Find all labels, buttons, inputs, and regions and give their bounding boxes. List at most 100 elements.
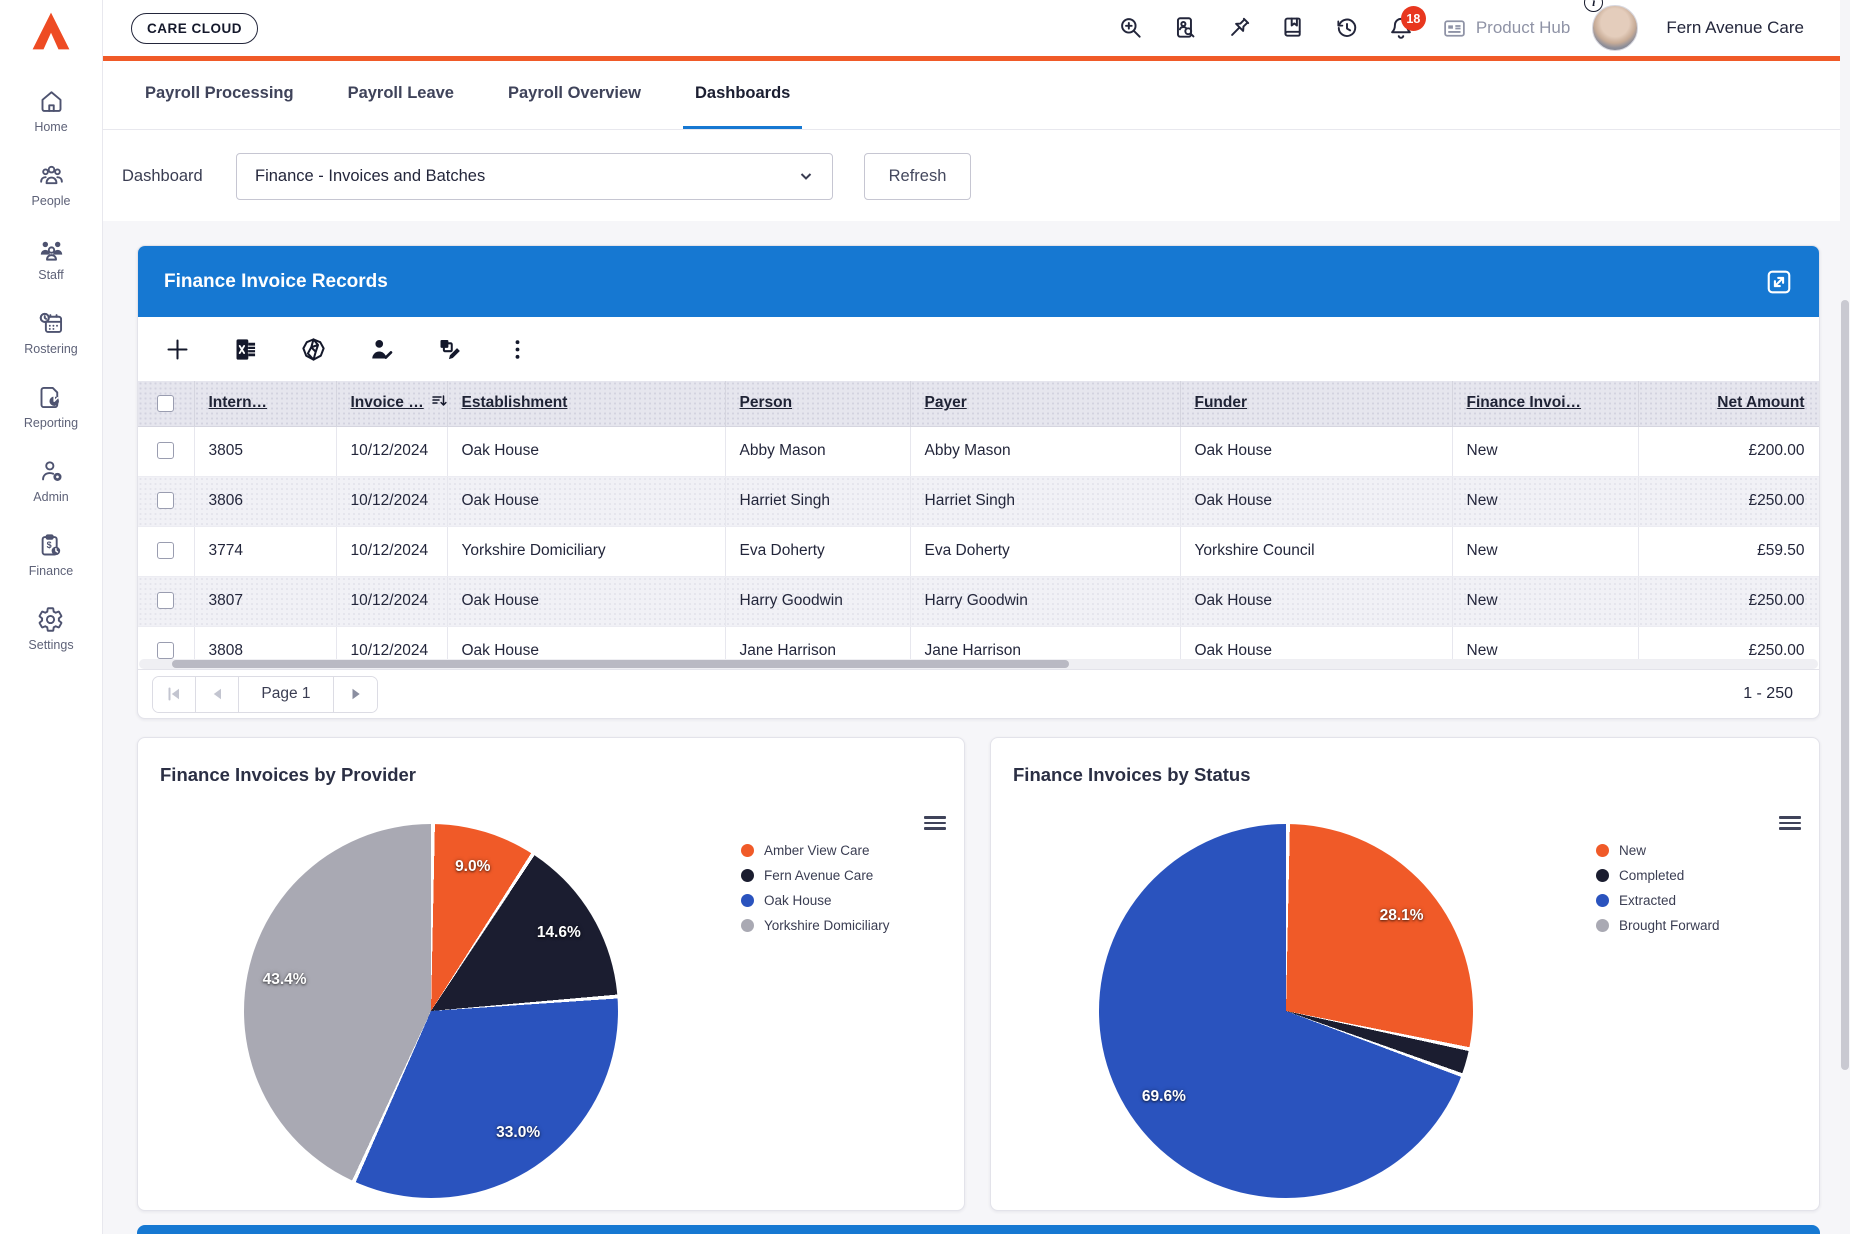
dashboard-select[interactable]: Finance - Invoices and Batches	[236, 153, 833, 200]
cell-net-amount: £59.50	[1638, 526, 1819, 576]
account-name: Fern Avenue Care	[1666, 18, 1804, 38]
legend-item[interactable]: Brought Forward	[1596, 917, 1720, 934]
pie-chart-provider[interactable]: 9.0% 14.6% 33.0% 43.4%	[244, 824, 618, 1198]
column-header-net-amount[interactable]: Net Amount	[1717, 394, 1804, 411]
tab-payroll-overview[interactable]: Payroll Overview	[496, 61, 653, 129]
cell-invoice-date: 10/12/2024	[336, 626, 447, 659]
sidebar-item-rostering[interactable]: Rostering	[24, 310, 78, 356]
previous-page-button[interactable]	[196, 677, 239, 712]
window-scrollbar[interactable]	[1840, 0, 1850, 1234]
history-icon[interactable]	[1334, 15, 1360, 41]
chart-card-provider: Finance Invoices by Provider 9.0% 14.6% …	[137, 737, 965, 1211]
horizontal-scrollbar[interactable]	[139, 659, 1818, 669]
legend-item[interactable]: Amber View Care	[741, 842, 890, 859]
chart-menu-icon[interactable]	[1779, 816, 1801, 830]
cell-internal: 3806	[194, 476, 336, 526]
sidebar-item-label: Staff	[38, 268, 63, 282]
table-row[interactable]: 3807 10/12/2024 Oak House Harry Goodwin …	[138, 576, 1819, 626]
rostering-icon	[38, 310, 65, 337]
horizontal-scrollbar-thumb[interactable]	[172, 660, 1069, 668]
legend-item[interactable]: Extracted	[1596, 892, 1720, 909]
tab-dashboards[interactable]: Dashboards	[683, 61, 802, 129]
topbar-actions: 18 Product Hub i Fern Avenue Care	[1118, 5, 1850, 51]
column-header-establishment[interactable]: Establishment	[462, 394, 568, 411]
table-row[interactable]: 3774 10/12/2024 Yorkshire Domiciliary Ev…	[138, 526, 1819, 576]
legend-dot	[1596, 919, 1609, 932]
row-checkbox[interactable]	[157, 492, 174, 509]
cell-payer: Eva Doherty	[910, 526, 1180, 576]
pie-chart-status[interactable]: 28.1% 69.6%	[1099, 824, 1473, 1198]
pie-slice-label: 14.6%	[537, 924, 581, 942]
grid-toolbar	[138, 317, 1819, 381]
notification-count-badge: 18	[1401, 6, 1426, 31]
refresh-button[interactable]: Refresh	[864, 153, 971, 200]
dashboard-selector-row: Dashboard Finance - Invoices and Batches…	[103, 131, 1850, 221]
user-avatar[interactable]: i	[1592, 5, 1638, 51]
select-all-checkbox[interactable]	[157, 395, 174, 412]
bulk-edit-icon[interactable]	[436, 336, 463, 363]
column-header-invoice-date[interactable]: Invoice …	[351, 394, 424, 411]
sidebar-item-label: Settings	[28, 638, 73, 652]
table-header-row: Intern… Invoice … Establishment Person P…	[138, 381, 1819, 426]
zoom-search-icon[interactable]	[1118, 15, 1144, 41]
sidebar-item-people[interactable]: People	[32, 162, 71, 208]
chart-menu-icon[interactable]	[924, 816, 946, 830]
legend-item[interactable]: Fern Avenue Care	[741, 867, 890, 884]
table-row[interactable]: 3806 10/12/2024 Oak House Harriet Singh …	[138, 476, 1819, 526]
sidebar-item-label: People	[32, 194, 71, 208]
legend-dot	[1596, 894, 1609, 907]
discard-crumple-icon[interactable]	[300, 336, 327, 363]
row-checkbox[interactable]	[157, 542, 174, 559]
cell-invoice-date: 10/12/2024	[336, 526, 447, 576]
product-hub-link[interactable]: Product Hub	[1442, 16, 1571, 41]
export-excel-icon[interactable]	[232, 336, 259, 363]
pin-icon[interactable]	[1226, 15, 1252, 41]
column-header-internal[interactable]: Intern…	[209, 394, 268, 411]
invoice-table: Intern… Invoice … Establishment Person P…	[138, 381, 1819, 659]
sidebar-item-admin[interactable]: Admin	[33, 458, 68, 504]
legend-label: Oak House	[764, 893, 832, 908]
sidebar-item-settings[interactable]: Settings	[28, 606, 73, 652]
table-row[interactable]: 3808 10/12/2024 Oak House Jane Harrison …	[138, 626, 1819, 659]
column-header-funder[interactable]: Funder	[1195, 394, 1248, 411]
expand-icon[interactable]	[1765, 268, 1793, 296]
legend-dot	[741, 919, 754, 932]
sidebar-item-home[interactable]: Home	[34, 88, 67, 134]
table-row[interactable]: 3805 10/12/2024 Oak House Abby Mason Abb…	[138, 426, 1819, 476]
sidebar-item-reporting[interactable]: Reporting	[24, 384, 78, 430]
cell-finance-status: New	[1452, 626, 1638, 659]
pie-slice-label: 28.1%	[1380, 907, 1424, 925]
product-hub-label: Product Hub	[1476, 18, 1571, 38]
sidebar-item-staff[interactable]: Staff	[38, 236, 65, 282]
add-record-icon[interactable]	[164, 336, 191, 363]
sort-descending-icon[interactable]	[431, 393, 447, 414]
bookmark-book-icon[interactable]	[1280, 15, 1306, 41]
cell-invoice-date: 10/12/2024	[336, 426, 447, 476]
column-header-person[interactable]: Person	[740, 394, 793, 411]
legend-item[interactable]: New	[1596, 842, 1720, 859]
legend-item[interactable]: Yorkshire Domiciliary	[741, 917, 890, 934]
notifications-bell-icon[interactable]: 18	[1388, 15, 1414, 41]
assign-person-icon[interactable]	[368, 336, 395, 363]
column-header-finance-status[interactable]: Finance Invoi…	[1467, 394, 1582, 411]
column-header-payer[interactable]: Payer	[925, 394, 967, 411]
tab-payroll-processing[interactable]: Payroll Processing	[133, 61, 306, 129]
cell-finance-status: New	[1452, 526, 1638, 576]
window-scrollbar-thumb[interactable]	[1841, 300, 1849, 1070]
row-checkbox[interactable]	[157, 592, 174, 609]
row-checkbox[interactable]	[157, 642, 174, 659]
first-page-button[interactable]	[153, 677, 196, 712]
home-icon	[38, 88, 65, 115]
sidebar-item-finance[interactable]: $ Finance	[29, 532, 73, 578]
app-logo-icon[interactable]	[28, 8, 74, 54]
tab-payroll-leave[interactable]: Payroll Leave	[336, 61, 466, 129]
more-options-kebab-icon[interactable]	[504, 336, 531, 363]
next-page-button[interactable]	[334, 677, 377, 712]
cell-establishment: Oak House	[447, 476, 725, 526]
legend-item[interactable]: Completed	[1596, 867, 1720, 884]
legend-item[interactable]: Oak House	[741, 892, 890, 909]
person-search-icon[interactable]	[1172, 15, 1198, 41]
row-checkbox[interactable]	[157, 442, 174, 459]
brand-badge[interactable]: CARE CLOUD	[131, 13, 258, 44]
page-indicator[interactable]: Page 1	[239, 677, 334, 712]
